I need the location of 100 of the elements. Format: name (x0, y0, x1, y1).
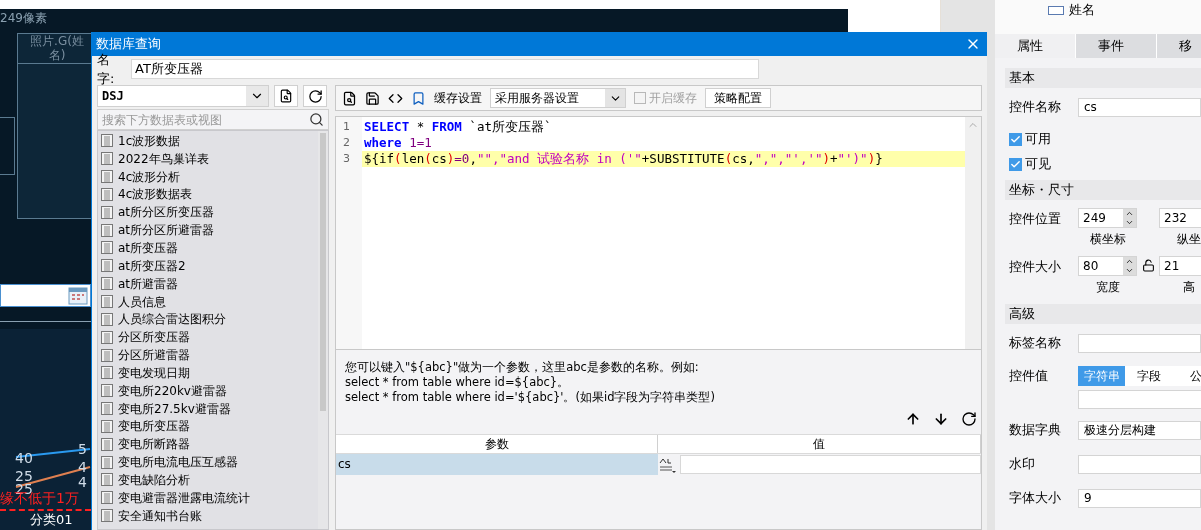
table-item[interactable]: 安全通知书台账 (101, 506, 318, 525)
refresh-button[interactable] (303, 85, 327, 107)
table-icon (101, 455, 113, 469)
table-item[interactable]: at所避雷器 (101, 274, 318, 293)
table-icon (101, 509, 113, 523)
section-header: 高级 (1005, 304, 1201, 324)
table-item[interactable]: 4c波形数据表 (101, 185, 318, 204)
field-label: 控件名称 (1008, 98, 1062, 117)
table-icon (101, 259, 113, 273)
field-label: 控件大小 (1008, 258, 1062, 276)
panel-outline (0, 117, 15, 175)
cache-label: 缓存设置 (434, 90, 482, 107)
table-item[interactable]: 人员信息 (101, 292, 318, 311)
code-line: where 1=1 (363, 135, 433, 151)
name-field[interactable]: AT所变压器 (131, 59, 759, 79)
text-field[interactable]: 9 (1078, 488, 1201, 508)
table-item[interactable]: 变电缺陷分析 (101, 471, 318, 489)
table-item[interactable]: 4c波形分析 (101, 167, 318, 186)
sql-editor[interactable]: 1 2 3 SELECT * FROM `at所变压器` where 1=1 ${if(len(cs)=0,"","and 试验名称 in ('"+SUBSTITUTE(cs,",","','")+"')")} (335, 116, 982, 350)
field-caption: 高 (1182, 279, 1195, 296)
table-icon (101, 241, 113, 255)
table-item[interactable]: 1c波形数据 (101, 132, 318, 150)
text-field[interactable] (1078, 333, 1201, 353)
column-header[interactable]: 值 (658, 435, 981, 453)
refresh-icon (307, 88, 323, 104)
field-icon (1048, 5, 1064, 15)
field-label: 数据字典 (1008, 421, 1062, 440)
number-field[interactable]: 232 (1159, 208, 1201, 228)
preview-icon[interactable] (342, 90, 357, 106)
field-label: 控件值 (1008, 367, 1049, 385)
number-field[interactable]: 249 (1078, 208, 1137, 228)
section-header: 坐标・尺寸 (1005, 180, 1201, 200)
text-field[interactable] (1078, 390, 1201, 409)
table-icon (101, 473, 113, 487)
value-label: 25 (15, 469, 33, 483)
table-item[interactable]: 分区所变压器 (101, 328, 318, 347)
table-item[interactable]: 变电所27.5kv避雷器 (101, 399, 318, 418)
number-field[interactable]: 21 (1159, 256, 1201, 276)
table-icon (101, 419, 113, 433)
table-item[interactable]: 变电所220kv避雷器 (101, 381, 318, 400)
move-down-icon[interactable] (933, 411, 949, 427)
spinner[interactable] (1123, 257, 1136, 275)
checkbox[interactable]: 可见 (1005, 155, 1201, 173)
help-text: select * from table where id=${abc}。 (345, 375, 571, 390)
param-value-field[interactable] (680, 455, 981, 474)
ruler-text: 249像素 (0, 10, 47, 27)
chevron-down-icon (1125, 218, 1134, 227)
table-item[interactable]: 变电发现日期 (101, 363, 318, 382)
table-icon (101, 134, 113, 148)
strategy-button[interactable]: 策略配置 (705, 88, 771, 108)
unlock-icon[interactable] (1141, 259, 1155, 272)
date-field[interactable] (0, 284, 91, 307)
check-icon (1010, 158, 1021, 170)
table-item[interactable]: 分区所避雷器 (101, 346, 318, 364)
field-label: 标签名称 (1008, 334, 1062, 353)
line-number: 3 (342, 151, 351, 167)
table-item[interactable]: 2022年鸟巢详表 (101, 149, 318, 168)
scrollbar[interactable] (318, 131, 328, 529)
header-text: 照片.G(姓 (30, 34, 84, 48)
table-item[interactable]: at所分区所避雷器 (101, 221, 318, 240)
help-text: select * from table where id='${abc}'。(如果id字段为字符串类型) (345, 390, 716, 405)
checkbox[interactable]: 可用 (1005, 130, 1201, 148)
table-item[interactable]: 变电所断路器 (101, 435, 318, 454)
datasource-select[interactable]: DSJ (97, 85, 269, 107)
table-item[interactable]: 变电所电流电压互感器 (101, 453, 318, 472)
table-item[interactable]: at所变压器2 (101, 256, 318, 275)
line-number: 2 (342, 135, 351, 151)
table-item[interactable]: 变电避雷器泄露电流统计 (101, 488, 318, 507)
column-header[interactable]: 参数 (336, 435, 658, 453)
text-field[interactable]: 极速分层构建 (1078, 420, 1201, 440)
window-title: 数据库查询 (96, 35, 161, 53)
scrollbar[interactable] (965, 117, 981, 349)
table-item[interactable]: at所变压器 (101, 239, 318, 257)
check-icon (1010, 133, 1021, 145)
save-icon[interactable] (365, 90, 380, 106)
header-text: 名) (48, 48, 66, 62)
table-icon (101, 187, 113, 201)
panel-tab[interactable]: 移 (1157, 34, 1201, 58)
search-icon (309, 112, 324, 127)
move-up-icon[interactable] (905, 411, 921, 427)
code-line: SELECT * FROM `at所变压器` (363, 119, 553, 135)
table-icon (101, 384, 113, 398)
cache-mode-select[interactable]: 采用服务器设置 (490, 88, 626, 108)
text-field[interactable]: cs (1078, 97, 1201, 117)
preview-button[interactable] (274, 85, 298, 107)
refresh-icon[interactable] (961, 411, 977, 427)
panel-tab[interactable]: 事件 (1076, 34, 1157, 58)
field-caption: 宽度 (1095, 279, 1120, 296)
chevron-up-icon (1125, 257, 1134, 266)
spinner[interactable] (1123, 209, 1136, 227)
number-field[interactable]: 80 (1078, 256, 1137, 276)
table-item[interactable]: 人员综合雷达图积分 (101, 310, 318, 329)
bookmark-icon[interactable] (411, 90, 426, 106)
param-row[interactable]: cs (336, 454, 981, 475)
preview-icon (279, 89, 293, 103)
name-label: 名字: (97, 50, 116, 88)
table-icon (101, 152, 113, 166)
table-item[interactable]: 变电所变压器 (101, 417, 318, 436)
table-item[interactable]: at所分区所变压器 (101, 203, 318, 222)
text-field[interactable] (1078, 454, 1201, 474)
